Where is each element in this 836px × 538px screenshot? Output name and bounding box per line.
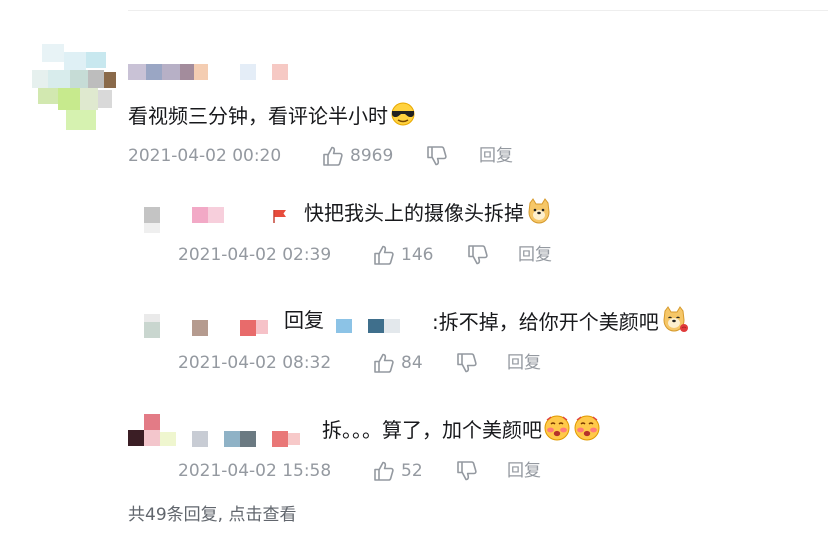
main-comment-text: 看视频三分钟，看评论半小时 — [128, 102, 417, 133]
main-avatar[interactable] — [30, 44, 116, 130]
reply2-dislike-button[interactable] — [456, 352, 478, 374]
reply2-text: :拆不掉，给你开个美颜吧 — [432, 306, 690, 341]
main-username[interactable] — [128, 64, 298, 80]
blushing-face-emoji — [543, 414, 601, 449]
reply3-dislike-button[interactable] — [456, 460, 478, 482]
reply3-timestamp: 2021-04-02 15:58 — [178, 461, 332, 481]
reply1-like-button[interactable]: 146 — [373, 244, 433, 266]
reply2-prefix: 回复 — [284, 308, 324, 332]
sunglasses-face-emoji — [389, 102, 417, 133]
reply3-username[interactable] — [192, 431, 302, 447]
reply3-reply-button[interactable]: 回复 — [507, 460, 541, 482]
reply1-text: 快把我头上的摄像头拆掉 — [304, 198, 553, 231]
thumbs-up-icon — [374, 245, 394, 265]
main-timestamp: 2021-04-02 00:20 — [128, 146, 282, 166]
reply3-like-count: 52 — [401, 461, 423, 481]
reply1-timestamp: 2021-04-02 02:39 — [178, 245, 332, 265]
reply3-avatar[interactable] — [128, 414, 182, 448]
doge-rose-emoji — [660, 306, 690, 341]
reply3-like-button[interactable]: 52 — [373, 460, 423, 482]
reply1-reply-button[interactable]: 回复 — [518, 244, 552, 266]
main-dislike-button[interactable] — [426, 145, 448, 167]
main-like-count: 8969 — [350, 146, 394, 166]
main-like-button[interactable]: 8969 — [322, 145, 393, 167]
thumbs-down-icon — [457, 461, 477, 481]
reply2-like-count: 84 — [401, 353, 423, 373]
reply1-dislike-button[interactable] — [467, 244, 489, 266]
top-divider — [128, 10, 828, 11]
thumbs-down-icon — [468, 245, 488, 265]
main-reply-button[interactable]: 回复 — [479, 145, 513, 167]
reply2-timestamp: 2021-04-02 08:32 — [178, 353, 332, 373]
thumbs-down-icon — [427, 146, 447, 166]
reply2-like-button[interactable]: 84 — [373, 352, 423, 374]
doge-emoji — [525, 198, 553, 231]
flag-icon — [273, 210, 286, 223]
thumbs-down-icon — [457, 353, 477, 373]
reply2-username[interactable] — [192, 320, 272, 336]
view-more-replies-link[interactable]: 共49条回复, 点击查看 — [128, 504, 296, 526]
reply3-text: 拆。。。算了，加个美颜吧 — [322, 414, 601, 449]
reply2-avatar[interactable] — [144, 314, 164, 338]
reply1-avatar[interactable] — [144, 207, 164, 233]
reply2-mention[interactable] — [336, 317, 406, 335]
reply1-like-count: 146 — [401, 245, 434, 265]
thumbs-up-icon — [323, 146, 343, 166]
thumbs-up-icon — [374, 353, 394, 373]
reply2-reply-button[interactable]: 回复 — [507, 352, 541, 374]
reply1-username[interactable] — [192, 207, 232, 223]
thumbs-up-icon — [374, 461, 394, 481]
